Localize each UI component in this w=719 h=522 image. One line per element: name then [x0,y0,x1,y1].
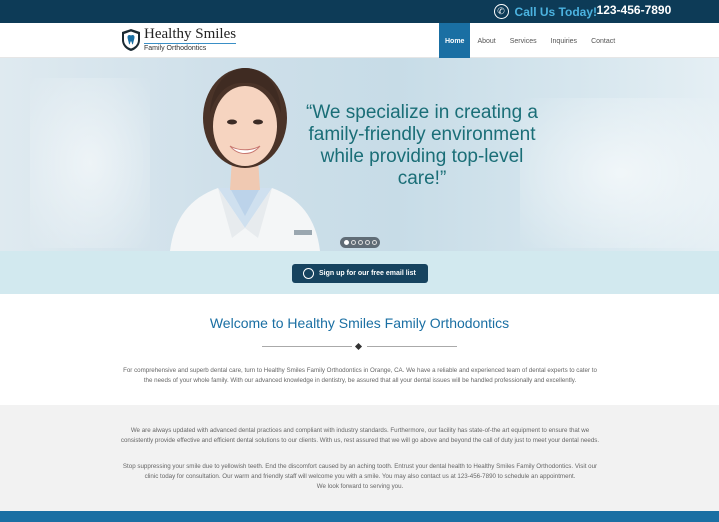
slider-dot[interactable] [371,240,377,245]
site-logo[interactable]: Healthy Smiles Family Orthodontics [121,26,237,53]
hero-background-blur [30,78,150,248]
slider-dot[interactable] [364,240,370,245]
footer-bar [0,511,719,522]
nav-home[interactable]: Home [439,23,471,63]
divider-line [367,346,457,347]
tooth-shield-icon [122,29,140,51]
signup-label: Sign up for our free email list [319,270,416,277]
phone-cta[interactable]: ✆ Call Us Today! 123-456-7890 [493,3,671,20]
nav-services[interactable]: Services [503,23,544,58]
hero-quote: “We specialize in creating a family-frie… [306,102,538,189]
divider-line [262,346,352,347]
slider-dot[interactable] [343,240,349,245]
nav-contact[interactable]: Contact [584,23,622,58]
call-us-label[interactable]: Call Us Today! [515,5,597,19]
signup-band: Sign up for our free email list [0,251,719,294]
email-signup-button[interactable]: Sign up for our free email list [292,264,428,283]
diamond-icon [354,342,363,351]
welcome-title: Welcome to Healthy Smiles Family Orthodo… [209,315,510,331]
welcome-section: Welcome to Healthy Smiles Family Orthodo… [0,294,719,405]
welcome-paragraph: For comprehensive and superb dental care… [123,367,597,384]
nav-inquiries[interactable]: Inquiries [544,23,584,58]
email-at-icon [303,268,314,279]
nav-about[interactable]: About [470,23,502,58]
main-nav: Home About Services Inquiries Contact [439,23,622,63]
hero-background-blur [520,98,719,248]
slider-dot[interactable] [357,240,363,245]
slider-dot[interactable] [350,240,356,245]
slider-pagination [340,237,380,248]
info-paragraph-3: We look forward to serving you. [316,483,404,490]
phone-number[interactable]: 123-456-7890 [597,3,672,17]
ornament-divider [262,342,457,351]
top-bar: ✆ Call Us Today! 123-456-7890 [0,0,719,23]
info-paragraph-2: Stop suppressing your smile due to yello… [122,463,598,480]
phone-icon: ✆ [493,4,509,19]
info-section: We are always updated with advanced dent… [0,405,719,511]
logo-tagline: Family Orthodontics [144,43,237,53]
navbar: Healthy Smiles Family Orthodontics Home … [0,23,719,63]
hero-slider[interactable]: “We specialize in creating a family-frie… [0,58,719,251]
logo-name: Healthy Smiles [144,26,237,42]
info-paragraph-1: We are always updated with advanced dent… [120,427,600,444]
